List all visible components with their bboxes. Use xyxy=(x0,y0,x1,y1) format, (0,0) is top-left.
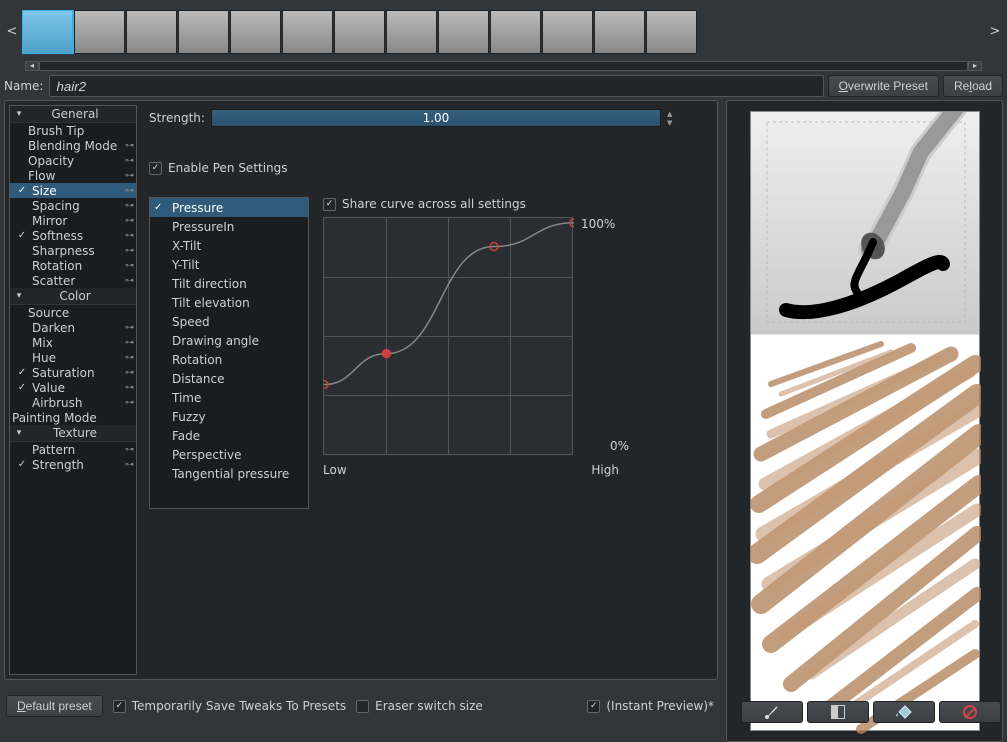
preset-thumb[interactable] xyxy=(594,10,645,54)
share-curve-checkbox[interactable] xyxy=(323,198,336,211)
enable-pen-label: Enable Pen Settings xyxy=(168,161,288,175)
tree-item[interactable]: Spacing⊶ xyxy=(10,198,136,213)
tree-section-header[interactable]: ▾General xyxy=(10,106,136,123)
overwrite-button[interactable]: Overwrite Preset xyxy=(828,75,939,97)
preset-next[interactable]: > xyxy=(988,24,1002,39)
preset-thumb[interactable] xyxy=(126,10,177,54)
preset-thumb[interactable] xyxy=(386,10,437,54)
no-entry-icon xyxy=(963,705,977,719)
tree-item[interactable]: Value⊶ xyxy=(10,380,136,395)
instant-preview-label: (Instant Preview)* xyxy=(606,699,714,713)
preset-thumb[interactable] xyxy=(334,10,385,54)
tree-item[interactable]: Painting Mode xyxy=(10,410,136,425)
bucket-icon-button[interactable] xyxy=(873,701,935,723)
tree-item[interactable]: Source xyxy=(10,305,136,320)
sensor-item[interactable]: X-Tilt xyxy=(150,236,308,255)
tree-item[interactable]: Scatter⊶ xyxy=(10,273,136,288)
tree-item[interactable]: Softness⊶ xyxy=(10,228,136,243)
reload-button[interactable]: Reload xyxy=(943,75,1003,97)
sensor-item[interactable]: Distance xyxy=(150,369,308,388)
sensor-item[interactable]: Tangential pressure xyxy=(150,464,308,483)
sensor-item[interactable]: Speed xyxy=(150,312,308,331)
tree-item[interactable]: Hue⊶ xyxy=(10,350,136,365)
strength-slider[interactable]: 1.00 xyxy=(211,109,661,127)
preset-thumb[interactable] xyxy=(282,10,333,54)
preset-thumb[interactable] xyxy=(490,10,541,54)
name-label: Name: xyxy=(4,79,43,93)
temp-save-checkbox[interactable] xyxy=(113,700,126,713)
sensor-item[interactable]: Fuzzy xyxy=(150,407,308,426)
sensor-item[interactable]: Rotation xyxy=(150,350,308,369)
instant-preview-checkbox[interactable] xyxy=(587,700,600,713)
preset-thumb[interactable] xyxy=(230,10,281,54)
sensor-item[interactable]: Drawing angle xyxy=(150,331,308,350)
share-curve-label: Share curve across all settings xyxy=(342,197,526,211)
preset-thumb[interactable] xyxy=(438,10,489,54)
sensor-item[interactable]: Time xyxy=(150,388,308,407)
half-fill-icon xyxy=(831,705,845,719)
curve-x-min: Low xyxy=(323,463,347,477)
sensor-list: PressurePressureInX-TiltY-TiltTilt direc… xyxy=(149,197,309,509)
preset-thumb[interactable] xyxy=(74,10,125,54)
strength-spinner[interactable]: ▲▼ xyxy=(667,110,672,127)
preset-scroll-right[interactable]: ▸ xyxy=(968,61,982,71)
eraser-switch-label: Eraser switch size xyxy=(375,699,483,713)
preset-thumb[interactable] xyxy=(542,10,593,54)
curve-y-max: 100% xyxy=(581,217,629,231)
sensor-item[interactable]: Fade xyxy=(150,426,308,445)
tree-section-header[interactable]: ▾Texture xyxy=(10,425,136,442)
preset-thumbs xyxy=(22,10,985,54)
clear-icon-button[interactable] xyxy=(939,701,1001,723)
preset-name-input[interactable] xyxy=(49,75,823,97)
sensor-item[interactable]: Pressure xyxy=(150,198,308,217)
fill-mode-icon-button[interactable] xyxy=(807,701,869,723)
brush-preview xyxy=(726,100,1003,742)
preset-scrollbar[interactable] xyxy=(39,61,968,71)
tree-item[interactable]: Strength⊶ xyxy=(10,457,136,472)
preset-thumb[interactable] xyxy=(22,10,73,54)
tree-item[interactable]: Flow⊶ xyxy=(10,168,136,183)
tree-item[interactable]: Brush Tip xyxy=(10,123,136,138)
enable-pen-checkbox[interactable] xyxy=(149,162,162,175)
tree-item[interactable]: Sharpness⊶ xyxy=(10,243,136,258)
strength-label: Strength: xyxy=(149,111,205,125)
tree-item[interactable]: Blending Mode⊶ xyxy=(10,138,136,153)
tree-item[interactable]: Pattern⊶ xyxy=(10,442,136,457)
sensor-item[interactable]: PressureIn xyxy=(150,217,308,236)
brush-mode-icon-button[interactable] xyxy=(741,701,803,723)
brush-tip-preview xyxy=(751,112,981,337)
tree-item[interactable]: Opacity⊶ xyxy=(10,153,136,168)
tree-item[interactable]: Saturation⊶ xyxy=(10,365,136,380)
curve-y-min: 0% xyxy=(581,439,629,453)
eraser-switch-checkbox[interactable] xyxy=(356,700,369,713)
sensor-item[interactable]: Y-Tilt xyxy=(150,255,308,274)
tree-item[interactable]: Darken⊶ xyxy=(10,320,136,335)
settings-panel: ▾GeneralBrush TipBlending Mode⊶Opacity⊶F… xyxy=(4,100,718,680)
tree-item[interactable]: Rotation⊶ xyxy=(10,258,136,273)
default-preset-button[interactable]: Default preset xyxy=(6,695,103,717)
tree-item[interactable]: Airbrush⊶ xyxy=(10,395,136,410)
tree-item[interactable]: Mirror⊶ xyxy=(10,213,136,228)
sensor-item[interactable]: Tilt elevation xyxy=(150,293,308,312)
settings-tree: ▾GeneralBrush TipBlending Mode⊶Opacity⊶F… xyxy=(9,105,137,675)
preset-scroll-left[interactable]: ◂ xyxy=(25,61,39,71)
tree-item[interactable]: Size⊶ xyxy=(10,183,136,198)
curve-x-max: High xyxy=(591,463,619,477)
tree-section-header[interactable]: ▾Color xyxy=(10,288,136,305)
tree-item[interactable]: Mix⊶ xyxy=(10,335,136,350)
brush-stroke-preview xyxy=(751,334,981,734)
sensor-item[interactable]: Perspective xyxy=(150,445,308,464)
preset-prev[interactable]: < xyxy=(5,24,19,39)
sensor-item[interactable]: Tilt direction xyxy=(150,274,308,293)
preset-thumb[interactable] xyxy=(646,10,697,54)
temp-save-label: Temporarily Save Tweaks To Presets xyxy=(132,699,346,713)
preset-thumb[interactable] xyxy=(178,10,229,54)
curve-editor[interactable] xyxy=(323,217,573,455)
